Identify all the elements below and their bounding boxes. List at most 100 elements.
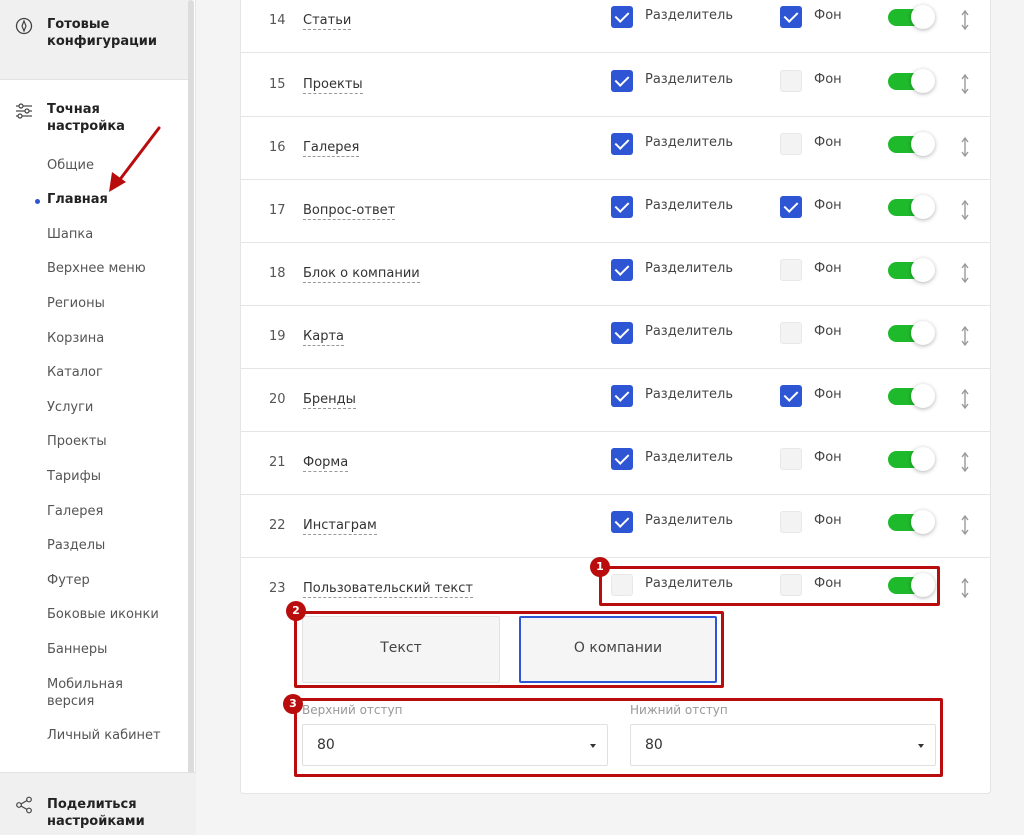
annotation-badge-2: 2 <box>286 601 306 621</box>
row-number: 17 <box>269 203 286 218</box>
block-row-faq: 17 Вопрос-ответ Разделитель Фон <box>241 180 990 243</box>
row-number: 19 <box>269 329 286 344</box>
background-label: Фон <box>814 324 842 339</box>
sidebar-item-account[interactable]: Личный кабинет <box>47 727 161 744</box>
background-label: Фон <box>814 450 842 465</box>
block-name-link[interactable]: Статьи <box>303 13 352 30</box>
block-enabled-toggle[interactable] <box>888 258 936 282</box>
share-icon <box>16 796 32 814</box>
background-checkbox[interactable] <box>780 133 802 155</box>
drag-handle-icon[interactable] <box>959 324 971 348</box>
block-enabled-toggle[interactable] <box>888 510 936 534</box>
block-name-link[interactable]: Инстаграм <box>303 518 377 535</box>
separator-label: Разделитель <box>645 513 734 528</box>
ready-configs-title[interactable]: Готовые конфигурации <box>47 16 182 50</box>
block-row-gallery: 16 Галерея Разделитель Фон <box>241 117 990 180</box>
background-checkbox[interactable] <box>780 259 802 281</box>
sliders-icon <box>16 103 32 119</box>
block-enabled-toggle[interactable] <box>888 132 936 156</box>
sidebar-item-catalog[interactable]: Каталог <box>47 364 103 381</box>
row-number: 21 <box>269 455 286 470</box>
block-enabled-toggle[interactable] <box>888 69 936 93</box>
block-row-brands: 20 Бренды Разделитель Фон <box>241 369 990 432</box>
drag-handle-icon[interactable] <box>959 198 971 222</box>
block-name-link[interactable]: Проекты <box>303 77 363 94</box>
separator-label: Разделитель <box>645 324 734 339</box>
block-name-link[interactable]: Галерея <box>303 140 360 157</box>
separator-checkbox[interactable] <box>611 448 633 470</box>
ready-configs-section[interactable]: Готовые конфигурации <box>0 0 190 80</box>
block-name-link[interactable]: Блок о компании <box>303 266 420 283</box>
separator-checkbox[interactable] <box>611 385 633 407</box>
annotation-box-1 <box>599 566 940 606</box>
block-row-articles: 14 Статьи Разделитель Фон <box>241 0 990 53</box>
background-checkbox[interactable] <box>780 385 802 407</box>
drag-handle-icon[interactable] <box>959 576 971 600</box>
annotation-box-3 <box>294 698 943 777</box>
block-name-link[interactable]: Вопрос-ответ <box>303 203 396 220</box>
sidebar-scrollbar[interactable] <box>188 0 194 783</box>
block-row-map: 19 Карта Разделитель Фон <box>241 306 990 369</box>
background-label: Фон <box>814 135 842 150</box>
sidebar-item-cart[interactable]: Корзина <box>47 330 104 347</box>
background-checkbox[interactable] <box>780 511 802 533</box>
sidebar-item-services[interactable]: Услуги <box>47 399 93 416</box>
separator-checkbox[interactable] <box>611 133 633 155</box>
sidebar-item-header[interactable]: Шапка <box>47 226 93 243</box>
block-enabled-toggle[interactable] <box>888 5 936 29</box>
block-enabled-toggle[interactable] <box>888 321 936 345</box>
drag-handle-icon[interactable] <box>959 513 971 537</box>
drag-handle-icon[interactable] <box>959 8 971 32</box>
sidebar-item-banners[interactable]: Баннеры <box>47 641 107 658</box>
share-settings-title[interactable]: Поделиться настройками <box>47 796 182 830</box>
sidebar-item-footer[interactable]: Футер <box>47 572 90 589</box>
background-label: Фон <box>814 387 842 402</box>
annotation-box-2 <box>294 611 724 688</box>
block-enabled-toggle[interactable] <box>888 447 936 471</box>
block-name-link[interactable]: Пользовательский текст <box>303 581 473 598</box>
sidebar-item-side-icons[interactable]: Боковые иконки <box>47 606 159 623</box>
block-name-link[interactable]: Карта <box>303 329 344 346</box>
row-number: 14 <box>269 13 286 28</box>
separator-checkbox[interactable] <box>611 196 633 218</box>
block-row-about-company: 18 Блок о компании Разделитель Фон <box>241 243 990 306</box>
background-label: Фон <box>814 72 842 87</box>
separator-checkbox[interactable] <box>611 6 633 28</box>
background-checkbox[interactable] <box>780 448 802 470</box>
background-checkbox[interactable] <box>780 6 802 28</box>
separator-label: Разделитель <box>645 387 734 402</box>
row-number: 20 <box>269 392 286 407</box>
sidebar-item-tariffs[interactable]: Тарифы <box>47 468 101 485</box>
background-checkbox[interactable] <box>780 322 802 344</box>
row-number: 22 <box>269 518 286 533</box>
sidebar-item-general[interactable]: Общие <box>47 157 94 174</box>
drag-handle-icon[interactable] <box>959 450 971 474</box>
drag-handle-icon[interactable] <box>959 261 971 285</box>
block-name-link[interactable]: Форма <box>303 455 349 472</box>
sidebar-item-mobile[interactable]: Мобильная версия <box>47 676 157 710</box>
drag-handle-icon[interactable] <box>959 387 971 411</box>
separator-checkbox[interactable] <box>611 322 633 344</box>
separator-checkbox[interactable] <box>611 70 633 92</box>
block-enabled-toggle[interactable] <box>888 195 936 219</box>
background-checkbox[interactable] <box>780 70 802 92</box>
sidebar-item-sections[interactable]: Разделы <box>47 537 105 554</box>
background-label: Фон <box>814 8 842 23</box>
drag-handle-icon[interactable] <box>959 72 971 96</box>
block-name-link[interactable]: Бренды <box>303 392 356 409</box>
block-enabled-toggle[interactable] <box>888 384 936 408</box>
sidebar-item-gallery[interactable]: Галерея <box>47 503 103 520</box>
separator-label: Разделитель <box>645 72 734 87</box>
background-label: Фон <box>814 261 842 276</box>
sidebar-item-regions[interactable]: Регионы <box>47 295 105 312</box>
sidebar-item-main[interactable]: Главная <box>47 191 108 208</box>
drag-handle-icon[interactable] <box>959 135 971 159</box>
separator-label: Разделитель <box>645 8 734 23</box>
sidebar-item-projects[interactable]: Проекты <box>47 433 107 450</box>
separator-checkbox[interactable] <box>611 259 633 281</box>
share-settings-section[interactable]: Поделиться настройками <box>0 772 196 835</box>
annotation-badge-3: 3 <box>283 694 303 714</box>
background-checkbox[interactable] <box>780 196 802 218</box>
separator-checkbox[interactable] <box>611 511 633 533</box>
sidebar-item-top-menu[interactable]: Верхнее меню <box>47 260 146 277</box>
